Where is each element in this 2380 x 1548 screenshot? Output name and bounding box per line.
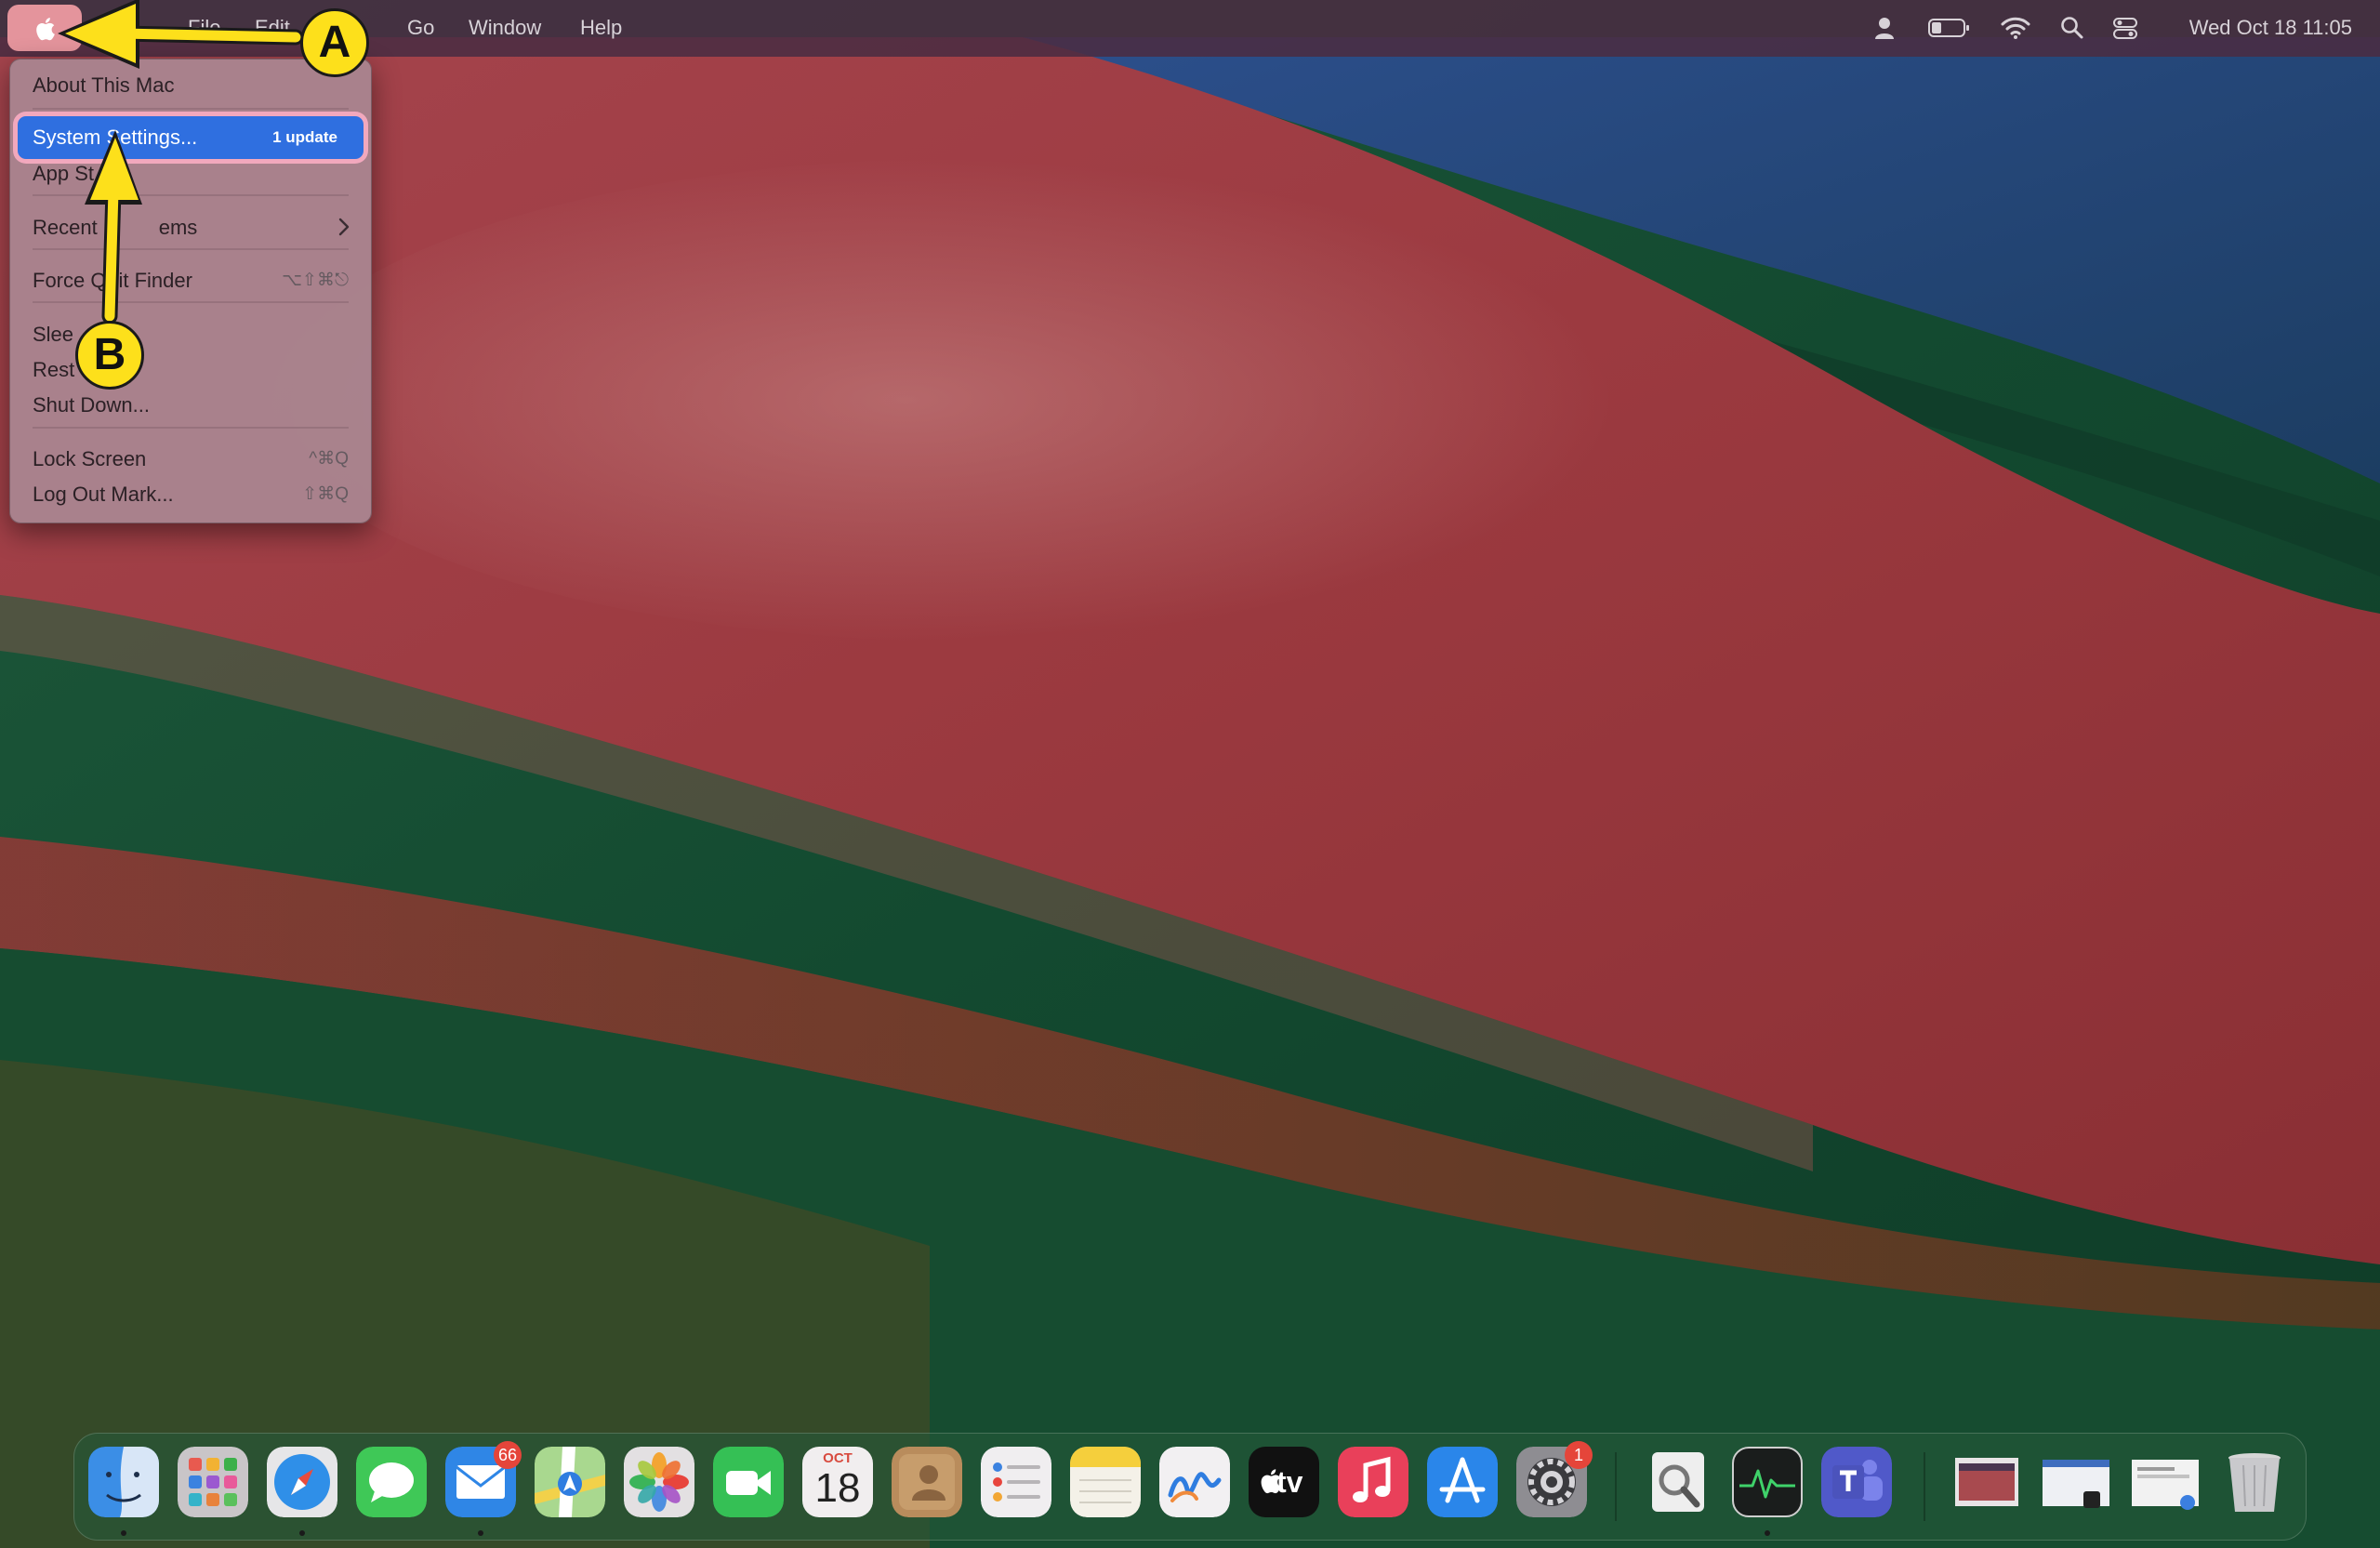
- activity-monitor-icon: [1739, 1469, 1795, 1499]
- force-quit-label-end: it Finder: [118, 269, 192, 292]
- annotation-marker-b: B: [75, 321, 144, 390]
- dock-calendar[interactable]: OCT 18: [802, 1447, 873, 1517]
- recent-items-label-end: ems: [158, 216, 198, 239]
- menu-item-shut-down[interactable]: Shut Down...: [33, 392, 150, 418]
- menu-separator: [33, 248, 349, 250]
- mail-unread-badge: 66: [494, 1441, 522, 1469]
- dock-launchpad[interactable]: [178, 1447, 248, 1517]
- messages-icon: [356, 1447, 427, 1517]
- dock-music[interactable]: [1338, 1447, 1408, 1517]
- running-indicator: [1765, 1530, 1770, 1536]
- dock-recent-document-3[interactable]: [2130, 1447, 2201, 1517]
- app-store-icon: [1427, 1447, 1498, 1517]
- document-thumbnail-icon: [2043, 1460, 2109, 1508]
- menu-item-restart[interactable]: Rest: [33, 357, 74, 383]
- menu-item-log-out[interactable]: Log Out Mark...: [33, 482, 174, 508]
- menubar-item-go[interactable]: Go: [407, 16, 434, 40]
- system-settings-label: System Settings...: [33, 126, 198, 149]
- battery-icon[interactable]: [1928, 16, 1971, 40]
- freeform-icon: [1159, 1447, 1230, 1517]
- teams-icon: [1821, 1447, 1892, 1517]
- menu-item-about-this-mac[interactable]: About This Mac: [33, 73, 174, 99]
- dock-messages[interactable]: [356, 1447, 427, 1517]
- maps-icon: [535, 1447, 605, 1517]
- menubar-item-help[interactable]: Help: [580, 16, 622, 40]
- calendar-day: 18: [814, 1465, 861, 1511]
- apple-menu-button[interactable]: [7, 5, 82, 51]
- running-indicator: [121, 1530, 126, 1536]
- menu-item-app-store[interactable]: App St: [33, 161, 94, 187]
- dock-app-store[interactable]: [1427, 1447, 1498, 1517]
- menu-item-sleep[interactable]: Slee: [33, 322, 73, 348]
- apple-icon: [36, 18, 55, 41]
- dock-notes[interactable]: [1070, 1447, 1141, 1517]
- launchpad-icon: [178, 1447, 248, 1517]
- user-icon[interactable]: [1874, 16, 1895, 40]
- menubar-clock[interactable]: Wed Oct 18 11:05: [2189, 16, 2352, 40]
- dock-facetime[interactable]: [713, 1447, 784, 1517]
- menubar-item-file[interactable]: File: [188, 16, 220, 40]
- photos-icon: [624, 1447, 694, 1517]
- force-quit-label-start: Force Q: [33, 269, 107, 292]
- annotation-marker-a: A: [300, 8, 369, 77]
- document-thumbnail-icon: [2132, 1460, 2199, 1510]
- recent-items-label-start: Recent: [33, 216, 98, 239]
- dock-tv[interactable]: tv: [1249, 1447, 1319, 1517]
- menu-separator: [33, 194, 349, 196]
- menubar-item-window[interactable]: Window: [469, 16, 541, 40]
- menu-item-force-quit[interactable]: Force Q it Finder: [33, 268, 192, 294]
- tv-label: tv: [1276, 1465, 1303, 1499]
- trash-icon: [2228, 1453, 2281, 1512]
- dock-preview[interactable]: [1643, 1447, 1713, 1517]
- menu-separator: [33, 301, 349, 303]
- reminders-icon: [981, 1447, 1051, 1517]
- menu-item-system-settings[interactable]: System Settings... 1 update: [18, 116, 364, 159]
- facetime-icon: [713, 1447, 784, 1517]
- document-thumbnail-icon: [1955, 1458, 2018, 1506]
- dock-finder[interactable]: [88, 1447, 159, 1517]
- menubar-item-edit[interactable]: Edit: [255, 16, 290, 40]
- control-center-icon[interactable]: [2112, 16, 2138, 40]
- wifi-icon[interactable]: [2001, 16, 2030, 40]
- contacts-icon: [892, 1447, 962, 1517]
- dock: 66 OCT 18 tv 1: [73, 1433, 2307, 1541]
- dock-recent-document-1[interactable]: [1951, 1447, 2022, 1517]
- dock-recent-document-2[interactable]: [2041, 1447, 2111, 1517]
- dock-photos[interactable]: [624, 1447, 694, 1517]
- log-out-shortcut: ⇧⌘Q: [302, 484, 349, 504]
- dock-reminders[interactable]: [981, 1447, 1051, 1517]
- notes-icon: [1070, 1447, 1141, 1517]
- search-icon[interactable]: [2060, 16, 2084, 40]
- preview-icon: [1652, 1452, 1704, 1512]
- chevron-right-icon: [338, 218, 350, 236]
- dock-freeform[interactable]: [1159, 1447, 1230, 1517]
- dock-separator: [1615, 1452, 1617, 1521]
- music-icon: [1338, 1447, 1408, 1517]
- running-indicator: [299, 1530, 305, 1536]
- finder-icon: [88, 1447, 159, 1517]
- apple-menu-dropdown: About This Mac System Settings... 1 upda…: [9, 59, 372, 523]
- settings-update-badge: 1: [1565, 1441, 1593, 1469]
- menu-separator: [33, 427, 349, 429]
- running-indicator: [478, 1530, 483, 1536]
- lock-screen-shortcut: ^⌘Q: [309, 449, 349, 469]
- menu-separator: [33, 108, 349, 110]
- force-quit-shortcut: ⌥⇧⌘⎋: [282, 271, 349, 290]
- menu-item-recent-items[interactable]: Recent ems: [33, 215, 197, 241]
- update-badge: 1 update: [272, 128, 337, 146]
- dock-contacts[interactable]: [892, 1447, 962, 1517]
- dock-maps[interactable]: [535, 1447, 605, 1517]
- dock-separator: [1924, 1452, 1925, 1521]
- dock-trash[interactable]: [2219, 1447, 2290, 1517]
- menu-item-lock-screen[interactable]: Lock Screen: [33, 446, 146, 472]
- dock-safari[interactable]: [267, 1447, 337, 1517]
- safari-icon: [267, 1447, 337, 1517]
- dock-microsoft-teams[interactable]: [1821, 1447, 1892, 1517]
- dock-activity-monitor[interactable]: [1732, 1447, 1803, 1517]
